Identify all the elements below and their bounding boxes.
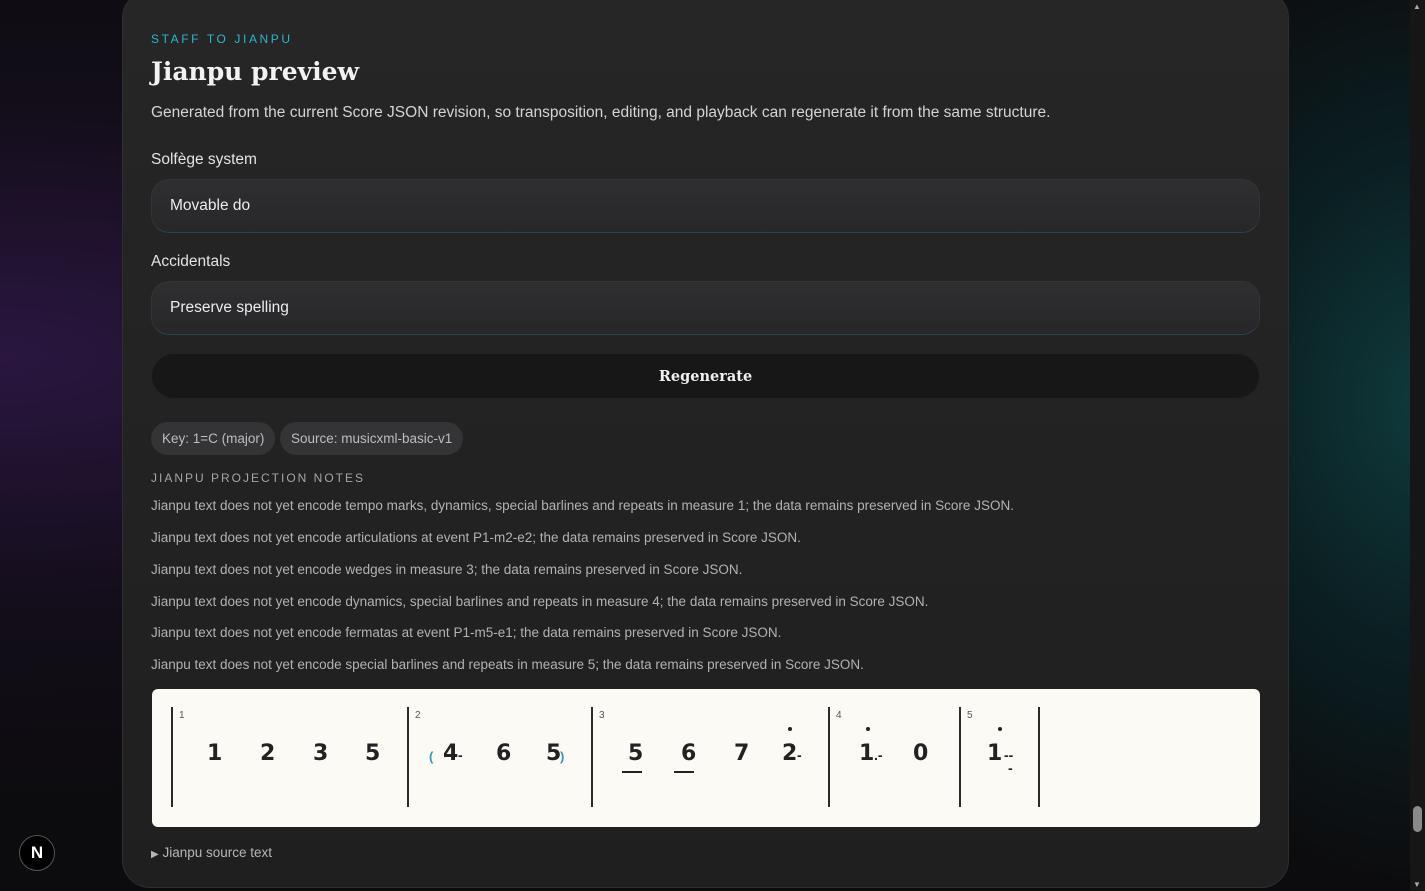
measure-number: 4: [836, 710, 842, 721]
barline: [828, 707, 830, 807]
jianpu-note: 2: [260, 741, 276, 766]
jianpu-source-toggle[interactable]: ▶ Jianpu source text: [151, 845, 272, 860]
octave-dot: [998, 727, 1002, 731]
barline: [591, 707, 593, 807]
jianpu-note: 5: [628, 741, 644, 766]
jianpu-score: 1 2 3 4 5 1 2 3 5 ( 4 - 6 5 ) 5 6 7 2 - …: [152, 689, 1260, 827]
eyebrow-label: STAFF TO JIANPU: [151, 32, 293, 46]
page-title: Jianpu preview: [151, 57, 360, 86]
octave-dot: [866, 727, 870, 731]
jianpu-note: 7: [734, 741, 750, 766]
jianpu-note: 0: [913, 741, 929, 766]
duration-dash: -: [458, 747, 463, 763]
duration-dash: -: [1008, 760, 1013, 776]
note-item: Jianpu text does not yet encode wedges i…: [151, 562, 743, 577]
disclosure-triangle-icon: ▶: [151, 849, 159, 860]
duration-dash: -: [797, 747, 802, 763]
measure-number: 1: [179, 710, 185, 721]
jianpu-note: 2: [782, 741, 798, 766]
description: Generated from the current Score JSON re…: [151, 104, 1051, 121]
note-item: Jianpu text does not yet encode tempo ma…: [151, 498, 1014, 513]
barline: [171, 707, 173, 807]
jianpu-note: 6: [496, 741, 512, 766]
slur-close: ): [560, 749, 565, 764]
underline-beam: [622, 771, 642, 773]
jianpu-note: 3: [313, 741, 329, 766]
measure-number: 5: [967, 710, 973, 721]
note-item: Jianpu text does not yet encode special …: [151, 657, 864, 672]
notes-title: JIANPU PROJECTION NOTES: [151, 471, 366, 485]
barline: [1038, 707, 1040, 807]
jianpu-preview-panel: STAFF TO JIANPU Jianpu preview Generated…: [122, 0, 1289, 888]
jianpu-note: 1: [859, 741, 875, 766]
barline: [959, 707, 961, 807]
note-item: Jianpu text does not yet encode articula…: [151, 530, 801, 545]
solfege-label: Solfège system: [151, 151, 257, 168]
underline-beam: [674, 771, 694, 773]
jianpu-note: 1: [207, 741, 223, 766]
slur-open: (: [429, 749, 434, 764]
key-badge: Key: 1=C (major): [151, 422, 276, 455]
octave-dot: [788, 727, 792, 731]
dotted-dash: .-: [874, 747, 883, 763]
jianpu-note: 6: [681, 741, 697, 766]
scrollbar[interactable]: ▲ ▼: [1410, 0, 1425, 891]
accidentals-select[interactable]: Preserve spelling: [151, 281, 1260, 335]
solfege-select[interactable]: Movable do: [151, 179, 1260, 233]
solfege-select-value: Movable do: [170, 197, 251, 214]
jianpu-note: 5: [365, 741, 381, 766]
accidentals-label: Accidentals: [151, 253, 231, 270]
jianpu-note: 4: [443, 741, 459, 766]
scroll-down-icon[interactable]: ▼: [1413, 880, 1421, 889]
scrollbar-thumb[interactable]: [1413, 806, 1422, 832]
jianpu-note: 1: [987, 741, 1003, 766]
note-item: Jianpu text does not yet encode dynamics…: [151, 594, 929, 609]
measure-number: 2: [415, 710, 421, 721]
measure-number: 3: [599, 710, 605, 721]
scroll-up-icon[interactable]: ▲: [1413, 2, 1421, 11]
accidentals-select-value: Preserve spelling: [170, 299, 289, 316]
jianpu-source-label: Jianpu source text: [162, 845, 273, 860]
barline: [407, 707, 409, 807]
source-badge: Source: musicxml-basic-v1: [280, 422, 464, 455]
next-logo-button[interactable]: N: [19, 835, 55, 871]
regenerate-button[interactable]: Regenerate: [151, 353, 1260, 399]
note-item: Jianpu text does not yet encode fermatas…: [151, 625, 782, 640]
